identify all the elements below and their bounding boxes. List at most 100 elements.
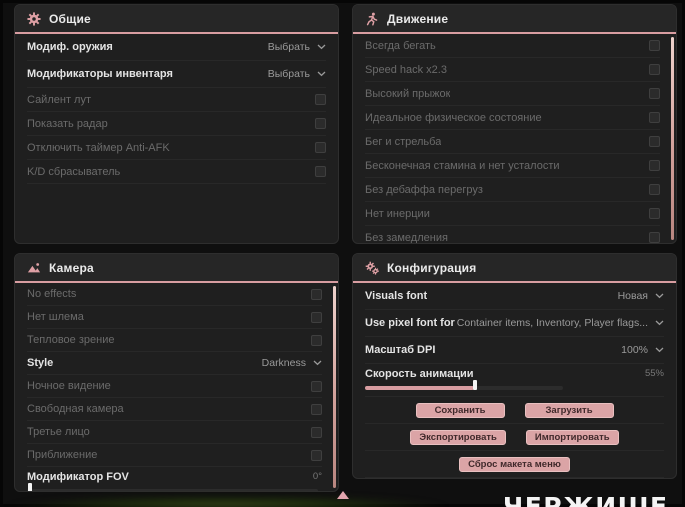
inventory-mods-dropdown[interactable]: Выбрать xyxy=(268,68,326,80)
fov-value: 0° xyxy=(312,471,322,482)
row-high-jump[interactable]: Высокий прыжок xyxy=(365,82,660,106)
button-row-reset: Сброс макета меню xyxy=(365,451,664,478)
dropdown-value: Container items, Inventory, Player flags… xyxy=(456,317,648,329)
checkbox[interactable] xyxy=(311,334,322,346)
panel-config-header[interactable]: Конфигурация xyxy=(353,254,676,283)
chevron-down-icon xyxy=(655,320,664,326)
checkbox[interactable] xyxy=(315,166,326,177)
dpi-scale-dropdown[interactable]: 100% xyxy=(621,344,664,356)
row-label: Бесконечная стамина и нет усталости xyxy=(365,159,560,172)
load-button[interactable]: Загрузить xyxy=(524,402,614,418)
row-perfect-physical[interactable]: Идеальное физическое состояние xyxy=(365,106,660,130)
row-label: Бег и стрельба xyxy=(365,135,442,148)
checkbox[interactable] xyxy=(311,288,322,300)
checkbox[interactable] xyxy=(311,311,322,323)
checkbox[interactable] xyxy=(649,160,660,171)
row-thermal-vision[interactable]: Тепловое зрение xyxy=(27,329,322,352)
checkbox[interactable] xyxy=(649,88,660,99)
pixel-font-dropdown[interactable]: Container items, Inventory, Player flags… xyxy=(457,317,664,329)
row-no-slowdown[interactable]: Без замедления xyxy=(365,226,660,244)
panel-title: Конфигурация xyxy=(387,260,477,275)
row-label: Visuals font xyxy=(365,290,428,302)
reset-menu-layout-button[interactable]: Сброс макета меню xyxy=(459,456,570,472)
row-visuals-font[interactable]: Visuals font Новая xyxy=(365,283,664,310)
row-third-person[interactable]: Третье лицо xyxy=(27,421,322,444)
row-disable-antiafk[interactable]: Отключить таймер Anti-AFK xyxy=(27,136,326,160)
scrollbar[interactable] xyxy=(333,286,336,488)
row-label: No effects xyxy=(27,288,77,300)
panel-title: Движение xyxy=(387,11,449,26)
row-label: Без замедления xyxy=(365,231,448,244)
checkbox[interactable] xyxy=(315,94,326,105)
dropdown-value: Выбрать xyxy=(267,41,310,53)
visuals-font-dropdown[interactable]: Новая xyxy=(618,290,664,302)
panel-config: Конфигурация Visuals font Новая Use pixe… xyxy=(352,253,677,479)
row-label: Модиф. оружия xyxy=(27,41,113,53)
style-dropdown[interactable]: Darkness xyxy=(262,357,322,369)
panel-camera: Камера No effects Нет шлема Тепловое зре… xyxy=(14,253,339,492)
checkbox[interactable] xyxy=(649,136,660,147)
checkbox[interactable] xyxy=(311,403,322,415)
panel-camera-header[interactable]: Камера xyxy=(15,254,338,283)
export-button[interactable]: Экспортировать xyxy=(410,429,506,445)
row-no-helmet[interactable]: Нет шлема xyxy=(27,306,322,329)
panel-movement-header[interactable]: Движение xyxy=(353,5,676,34)
checkbox[interactable] xyxy=(311,380,322,392)
fov-modifier-block: Модификатор FOV 0° xyxy=(27,468,322,491)
checkbox[interactable] xyxy=(315,142,326,153)
weapon-mod-dropdown[interactable]: Выбрать xyxy=(268,41,326,53)
checkbox[interactable] xyxy=(311,426,322,438)
anim-speed-slider[interactable] xyxy=(365,380,664,393)
row-no-overload-debuff[interactable]: Без дебаффа перегруз xyxy=(365,178,660,202)
row-dpi-scale[interactable]: Масштаб DPI 100% xyxy=(365,337,664,364)
fov-slider-handle[interactable] xyxy=(28,483,32,491)
save-button[interactable]: Сохранить xyxy=(415,402,505,418)
row-inventory-mods[interactable]: Модификаторы инвентаря Выбрать xyxy=(27,61,326,88)
row-label: Use pixel font for xyxy=(365,317,455,329)
row-show-radar[interactable]: Показать радар xyxy=(27,112,326,136)
checkbox[interactable] xyxy=(649,64,660,75)
row-speed-hack[interactable]: Speed hack x2.3 xyxy=(365,58,660,82)
checkbox[interactable] xyxy=(649,208,660,219)
import-button[interactable]: Импортировать xyxy=(525,429,619,445)
panel-title: Общие xyxy=(49,11,91,26)
row-label: Speed hack x2.3 xyxy=(365,63,447,76)
row-no-effects[interactable]: No effects xyxy=(27,283,322,306)
anim-speed-slider-handle[interactable] xyxy=(473,380,477,390)
row-label: Нет инерции xyxy=(365,207,430,220)
checkbox[interactable] xyxy=(311,449,322,461)
game-background-grass xyxy=(0,496,540,507)
gear-icon xyxy=(27,11,41,26)
row-label: K/D сбрасыватель xyxy=(27,165,121,178)
row-night-vision[interactable]: Ночное видение xyxy=(27,375,322,398)
panel-general-body: Модиф. оружия Выбрать Модификаторы инвен… xyxy=(15,34,338,243)
row-pixel-font[interactable]: Use pixel font for Container items, Inve… xyxy=(365,310,664,337)
chevron-down-icon xyxy=(655,293,664,299)
row-label: Отключить таймер Anti-AFK xyxy=(27,141,170,154)
row-weapon-mod[interactable]: Модиф. оружия Выбрать xyxy=(27,34,326,61)
chevron-down-icon xyxy=(655,347,664,353)
row-run-and-shoot[interactable]: Бег и стрельба xyxy=(365,130,660,154)
fov-label: Модификатор FOV xyxy=(27,470,129,483)
row-label: Без дебаффа перегруз xyxy=(365,183,483,196)
row-always-run[interactable]: Всегда бегать xyxy=(365,34,660,58)
row-style[interactable]: Style Darkness xyxy=(27,352,322,375)
chevron-down-icon xyxy=(313,360,322,366)
fov-slider[interactable] xyxy=(27,483,322,491)
panel-movement: Движение Всегда бегать Speed hack x2.3 В… xyxy=(352,4,677,244)
checkbox[interactable] xyxy=(649,40,660,51)
row-infinite-stamina[interactable]: Бесконечная стамина и нет усталости xyxy=(365,154,660,178)
dropdown-value: 100% xyxy=(621,344,648,356)
row-kd-reset[interactable]: K/D сбрасыватель xyxy=(27,160,326,184)
row-silent-loot[interactable]: Сайлент лут xyxy=(27,88,326,112)
checkbox[interactable] xyxy=(315,118,326,129)
row-zoom[interactable]: Приближение xyxy=(27,444,322,467)
checkbox[interactable] xyxy=(649,232,660,243)
row-no-inertia[interactable]: Нет инерции xyxy=(365,202,660,226)
scrollbar[interactable] xyxy=(671,37,674,240)
checkbox[interactable] xyxy=(649,112,660,123)
panel-general-header[interactable]: Общие xyxy=(15,5,338,34)
panel-title: Камера xyxy=(49,260,94,275)
checkbox[interactable] xyxy=(649,184,660,195)
row-free-camera[interactable]: Свободная камера xyxy=(27,398,322,421)
